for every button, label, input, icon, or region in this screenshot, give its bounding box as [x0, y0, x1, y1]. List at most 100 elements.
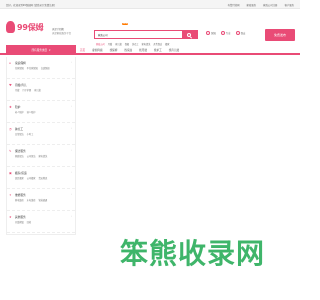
category-subitems: 家庭保洁 公司保洁 家电清洗	[15, 154, 47, 158]
nanny-logo-icon	[6, 21, 15, 33]
category-item[interactable]: ✎ 保洁服务 › 家庭保洁 公司保洁 家电清洗	[7, 145, 75, 167]
nav-item[interactable]: 找月嫂	[139, 48, 147, 52]
top-bar: 您好，欢迎来到99保姆网 [请登录] [免费注册] 有赞付款网 家政服务 家政公…	[0, 0, 300, 9]
top-link[interactable]: 有赞付款网	[228, 3, 240, 7]
category-subitem[interactable]: 日常保洁	[15, 132, 24, 136]
category-subitems: 住家保姆 不住家保姆 白班保姆	[15, 66, 49, 70]
quick-links: 保姆 专业 保安	[206, 31, 245, 35]
search-box: 家政公司	[94, 30, 198, 39]
logo-text: 99保姆	[17, 22, 44, 32]
category-subitem[interactable]: 公司保洁	[27, 154, 36, 158]
category-item[interactable]: ◔ 钟点工 › 日常保洁 小时工	[7, 123, 75, 145]
category-item[interactable]: ⌂ 家庭保姆 › 住家保姆 不住家保姆 白班保姆	[7, 57, 75, 79]
quick-link-label: 保姆	[211, 32, 216, 35]
category-item[interactable]: ★ 其他服务 › 开锁换锁 回收	[7, 211, 75, 233]
category-subitems: 居民搬家 公司搬家 货运物流	[15, 176, 47, 180]
site-logo[interactable]: 99保姆	[6, 21, 44, 33]
person-icon	[206, 31, 210, 35]
chevron-right-icon: ›	[71, 215, 72, 218]
nav-item-home[interactable]: 首页	[80, 48, 85, 52]
category-subitem[interactable]: 月嫂	[15, 88, 19, 92]
category-item[interactable]: ▣ 搬家/货运 › 居民搬家 公司搬家 货运物流	[7, 167, 75, 189]
category-title: 月嫂/育儿	[15, 83, 27, 87]
category-subitem[interactable]: 家电维修	[15, 198, 24, 202]
category-sidebar: ⌂ 家庭保姆 › 住家保姆 不住家保姆 白班保姆 ♥ 月嫂/育儿 › 月嫂 月子…	[6, 57, 76, 235]
category-subitem[interactable]: 水电维修	[27, 198, 36, 202]
main-nav: 所有服务类目 ▾ 首页 雇佣阿姨 找保姆 找家政 找月嫂 找护工 找育儿嫂	[0, 45, 300, 55]
chevron-right-icon: ›	[71, 83, 72, 86]
nav-item[interactable]: 找护工	[154, 48, 162, 52]
category-title: 保洁服务	[15, 149, 26, 153]
chevron-right-icon: ›	[71, 127, 72, 130]
category-subitem[interactable]: 不住家保姆	[27, 66, 38, 70]
chevron-right-icon: ›	[71, 149, 72, 152]
category-subitem[interactable]: 育儿嫂	[34, 88, 41, 92]
all-categories-label: 所有服务类目	[31, 49, 48, 52]
category-subitem[interactable]: 老人陪护	[15, 110, 24, 114]
category-subitem[interactable]: 小时工	[27, 132, 34, 136]
nav-item[interactable]: 雇佣阿姨	[92, 48, 102, 52]
search-category-tag[interactable]: 家政公司	[98, 33, 108, 37]
broom-icon: ✎	[9, 149, 12, 153]
city-switcher[interactable]: 天津 [切换] 天津家政服务平台	[52, 28, 71, 36]
chevron-right-icon: ›	[71, 105, 72, 108]
category-title: 陪护	[15, 105, 21, 109]
nav-item[interactable]: 找家政	[124, 48, 132, 52]
category-subitem[interactable]: 月子护理	[22, 88, 31, 92]
baby-icon: ♥	[9, 83, 12, 87]
category-subitem[interactable]: 家庭保洁	[15, 154, 24, 158]
care-icon: ✚	[9, 105, 12, 109]
quick-link-label: 保安	[240, 32, 246, 35]
new-badge: New	[122, 23, 129, 25]
category-subitems: 老人陪护 病人陪护	[15, 110, 36, 114]
quick-link-label: 专业	[225, 32, 231, 35]
category-title: 其他服务	[15, 215, 26, 219]
publish-button[interactable]: 免费发布	[265, 29, 295, 41]
top-link[interactable]: 家政服务	[247, 3, 257, 7]
header: 99保姆 天津 [切换] 天津家政服务平台 New 家政公司 家政公司 月嫂 育…	[0, 9, 300, 46]
category-title: 搬家/货运	[15, 171, 27, 175]
search-button[interactable]	[182, 31, 197, 39]
quick-link-security[interactable]: 保安	[235, 31, 246, 35]
category-title: 钟点工	[15, 127, 24, 131]
category-item[interactable]: ✦ 维修服务 › 家电维修 水电维修 管道疏通	[7, 189, 75, 211]
category-subitem[interactable]: 管道疏通	[39, 198, 48, 202]
search-input[interactable]	[109, 32, 179, 38]
category-title: 维修服务	[15, 193, 26, 197]
category-subitem[interactable]: 居民搬家	[15, 176, 24, 180]
category-subitems: 开锁换锁 回收	[15, 220, 31, 224]
category-subitem[interactable]: 货运物流	[39, 176, 48, 180]
quick-link-pro[interactable]: 专业	[220, 31, 231, 35]
truck-icon: ▣	[9, 171, 12, 175]
top-links: 有赞付款网 家政服务 家政公司注册 客户服务	[228, 3, 294, 7]
category-subitem[interactable]: 开锁换锁	[15, 220, 24, 224]
nav-items: 首页 雇佣阿姨 找保姆 找家政 找月嫂 找护工 找育儿嫂	[80, 48, 179, 52]
category-item[interactable]: ✚ 陪护 › 老人陪护 病人陪护	[7, 101, 75, 123]
wrench-icon: ✦	[9, 193, 12, 197]
category-title: 家庭保姆	[15, 61, 26, 65]
category-item[interactable]: ♥ 月嫂/育儿 › 月嫂 月子护理 育儿嫂	[7, 79, 75, 101]
category-subitem[interactable]: 住家保姆	[15, 66, 24, 70]
nav-item[interactable]: 找保姆	[110, 48, 118, 52]
chevron-down-icon: ▾	[49, 48, 51, 52]
category-subitems: 月嫂 月子护理 育儿嫂	[15, 88, 41, 92]
home-icon: ⌂	[9, 61, 11, 65]
category-subitem[interactable]: 公司搬家	[27, 176, 36, 180]
category-subitem[interactable]: 病人陪护	[27, 110, 36, 114]
top-link[interactable]: 客户服务	[284, 3, 294, 7]
welcome-text: 您好，欢迎来到99保姆网 [请登录] [免费注册]	[6, 4, 55, 7]
category-subitems: 日常保洁 小时工	[15, 132, 33, 136]
quick-link-nanny[interactable]: 保姆	[206, 31, 216, 35]
category-subitem[interactable]: 回收	[27, 220, 31, 224]
top-link[interactable]: 家政公司注册	[263, 3, 277, 7]
lock-icon	[235, 31, 240, 35]
category-subitem[interactable]: 白班保姆	[41, 66, 50, 70]
city-note: 天津家政服务平台	[52, 32, 72, 35]
category-subitems: 家电维修 水电维修 管道疏通	[15, 198, 47, 202]
nav-item[interactable]: 找育儿嫂	[169, 48, 179, 52]
all-categories-button[interactable]: 所有服务类目 ▾	[6, 45, 76, 55]
shield-icon	[220, 31, 225, 35]
clock-icon: ◔	[9, 127, 12, 131]
category-subitem[interactable]: 家电清洗	[39, 154, 48, 158]
chevron-right-icon: ›	[71, 61, 72, 64]
